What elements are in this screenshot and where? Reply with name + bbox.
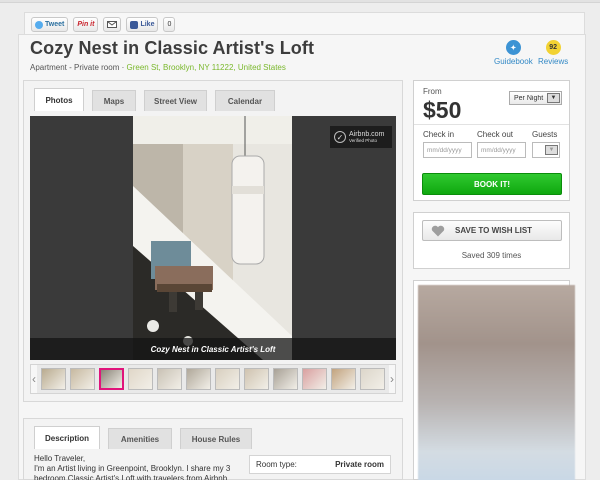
photo-tabs: Photos Maps Street View Calendar xyxy=(34,88,275,111)
checkin-label: Check in xyxy=(423,130,455,139)
photo-thumbnail[interactable] xyxy=(157,368,182,390)
reviews-label: Reviews xyxy=(538,57,569,66)
tab-photos[interactable]: Photos xyxy=(34,88,84,111)
heart-icon xyxy=(431,225,445,236)
listing-title: Cozy Nest in Classic Artist's Loft xyxy=(30,38,315,58)
location-link[interactable]: Green St, Brooklyn, NY 11222, United Sta… xyxy=(127,63,286,72)
booking-panel: From $50 Per Night ▼ Check in Check out … xyxy=(413,80,570,201)
checkout-input[interactable]: mm/dd/yyyy xyxy=(477,142,526,158)
guests-label: Guests xyxy=(532,130,558,139)
photo-thumbnail[interactable] xyxy=(273,368,298,390)
photo-thumbnail[interactable] xyxy=(41,368,66,390)
saved-count: Saved 309 times xyxy=(461,251,522,260)
verified-photo-badge: ✓ Airbnb.com Verified Photo xyxy=(330,126,392,148)
chevron-right-icon[interactable]: › xyxy=(389,365,395,393)
top-border xyxy=(0,0,600,3)
book-it-button[interactable]: BOOK IT! xyxy=(422,173,562,195)
room-type-text: Apartment - Private room xyxy=(30,63,120,72)
reviews-badge-icon: 92 xyxy=(545,40,561,55)
social-share-bar: Tweet Pin it Like 0 xyxy=(24,12,585,36)
pinit-label: Pin it xyxy=(77,21,95,28)
thumbnail-list xyxy=(37,368,389,390)
wishlist-button-label: SAVE TO WISH LIST xyxy=(455,226,533,235)
tab-calendar[interactable]: Calendar xyxy=(215,90,275,111)
verified-title: Airbnb.com xyxy=(349,131,385,138)
checkin-input[interactable]: mm/dd/yyyy xyxy=(423,142,472,158)
photo-thumbnail[interactable] xyxy=(360,368,385,390)
tab-maps[interactable]: Maps xyxy=(92,90,136,111)
reviews-link[interactable]: 92 Reviews xyxy=(538,40,568,66)
photo-thumbnail[interactable] xyxy=(215,368,240,390)
tweet-label: Tweet xyxy=(45,21,65,28)
email-share-button[interactable] xyxy=(103,17,122,32)
wishlist-panel: SAVE TO WISH LIST Saved 309 times xyxy=(413,212,570,269)
period-select[interactable]: Per Night ▼ xyxy=(509,91,562,105)
photo-caption: Cozy Nest in Classic Artist's Loft xyxy=(30,338,396,360)
like-label: Like xyxy=(140,21,155,28)
guidebook-label: Guidebook xyxy=(494,57,533,66)
guests-select[interactable]: ▼ xyxy=(532,142,560,158)
guidebook-link[interactable]: ✦ Guidebook xyxy=(494,40,533,66)
tweet-button[interactable]: Tweet xyxy=(31,17,69,32)
photo-thumbnail[interactable] xyxy=(99,368,124,390)
room-type-value: Private room xyxy=(335,460,384,469)
check-icon: ✓ xyxy=(334,131,346,143)
description-body: I'm an Artist living in Greenpoint, Broo… xyxy=(34,464,231,480)
room-type-row: Room type: Private room xyxy=(249,455,391,474)
booking-divider xyxy=(414,124,569,125)
listing-photo xyxy=(133,116,292,360)
checkout-label: Check out xyxy=(477,130,514,139)
photo-thumbnail[interactable] xyxy=(70,368,95,390)
loft-photo-illustration xyxy=(133,116,292,360)
chevron-down-icon: ▼ xyxy=(545,145,558,155)
pinit-button[interactable]: Pin it xyxy=(73,17,99,32)
facebook-icon xyxy=(130,20,139,29)
envelope-icon xyxy=(107,21,118,28)
like-count: 0 xyxy=(163,17,176,32)
twitter-bird-icon xyxy=(35,20,43,29)
tab-description[interactable]: Description xyxy=(34,426,100,449)
compass-icon: ✦ xyxy=(505,40,521,55)
photo-thumbnail[interactable] xyxy=(128,368,153,390)
description-tabs: Description Amenities House Rules xyxy=(34,426,252,449)
facebook-like-button[interactable]: Like xyxy=(126,17,159,32)
from-label: From xyxy=(423,87,442,96)
save-to-wishlist-button[interactable]: SAVE TO WISH LIST xyxy=(422,220,562,241)
like-count-value: 0 xyxy=(167,21,172,28)
description-greeting: Hello Traveler, xyxy=(34,454,86,463)
host-photo-panel xyxy=(413,280,575,480)
chevron-down-icon: ▼ xyxy=(547,93,560,103)
price: $50 xyxy=(423,97,462,123)
description-section: Description Amenities House Rules Hello … xyxy=(23,418,403,480)
verified-subtitle: Verified Photo xyxy=(349,138,378,143)
period-select-value: Per Night xyxy=(514,94,544,102)
listing-subtitle: Apartment - Private room · Green St, Bro… xyxy=(30,63,286,72)
photo-thumbnail[interactable] xyxy=(186,368,211,390)
tab-street-view[interactable]: Street View xyxy=(144,90,207,111)
photo-thumbnail[interactable] xyxy=(244,368,269,390)
tab-house-rules[interactable]: House Rules xyxy=(180,428,252,449)
photo-thumbnail[interactable] xyxy=(331,368,356,390)
thumbnail-strip: ‹ › xyxy=(30,364,396,394)
photo-section: Photos Maps Street View Calendar ✓ Airbn… xyxy=(23,80,403,402)
photo-viewer[interactable]: ✓ Airbnb.com Verified Photo Cozy Nest in… xyxy=(30,116,396,360)
tab-amenities[interactable]: Amenities xyxy=(108,428,172,449)
description-text: Hello Traveler, I'm an Artist living in … xyxy=(34,454,249,480)
photo-thumbnail[interactable] xyxy=(302,368,327,390)
room-type-label: Room type: xyxy=(256,460,297,469)
blurred-host-image xyxy=(418,285,575,480)
subtitle-separator: · xyxy=(121,63,125,72)
